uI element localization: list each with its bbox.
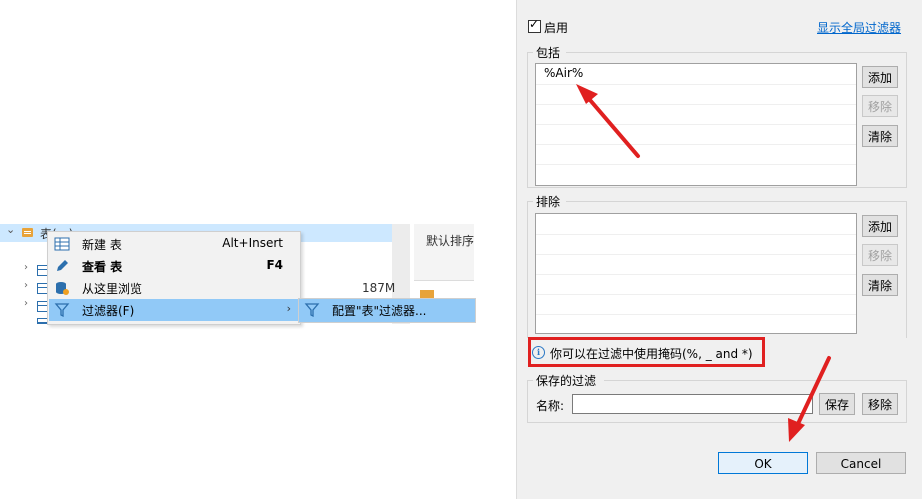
menu-item-label: 查看 表 [82, 260, 123, 274]
exclude-group-title: 排除 [536, 195, 561, 209]
divider [414, 280, 474, 281]
name-label: 名称: [536, 399, 565, 413]
exclude-add-button[interactable]: 添加 [862, 215, 898, 237]
save-filter-button[interactable]: 保存 [819, 393, 855, 415]
table-icon [54, 237, 70, 251]
filter-name-input[interactable] [572, 394, 813, 414]
menu-item-new-table[interactable]: 新建 表 Alt+Insert [49, 233, 299, 255]
remove-filter-button[interactable]: 移除 [862, 393, 898, 415]
include-remove-button[interactable]: 移除 [862, 95, 898, 117]
database-icon [56, 282, 69, 295]
cancel-button[interactable]: Cancel [816, 452, 906, 474]
group-border [527, 52, 528, 187]
menu-item-label: 过滤器(F) [82, 304, 135, 318]
group-border [906, 52, 907, 187]
menu-item-label: 从这里浏览 [82, 282, 143, 296]
exclude-clear-button[interactable]: 清除 [862, 274, 898, 296]
group-border [527, 380, 528, 422]
include-group-title: 包括 [536, 46, 561, 60]
chevron-right-icon[interactable]: › [24, 262, 28, 273]
saved-filters-group-title: 保存的过滤 [536, 374, 597, 388]
menu-shortcut: Alt+Insert [222, 236, 283, 250]
size-label: 187M [362, 281, 396, 295]
menu-item-filter[interactable]: 过滤器(F) › [49, 299, 299, 321]
filter-icon [304, 303, 320, 317]
group-border [566, 52, 906, 53]
enable-label[interactable]: 启用 [544, 19, 568, 36]
group-border [527, 201, 528, 338]
show-global-filters-link[interactable]: 显示全局过滤器 [817, 19, 901, 36]
checkmark-icon: ✓ [529, 17, 540, 31]
menu-item-browse-from-here[interactable]: 从这里浏览 [49, 277, 299, 299]
menu-item-view-table[interactable]: 查看 表 F4 [49, 255, 299, 277]
folder-icon [420, 290, 434, 298]
exclude-remove-button[interactable]: 移除 [862, 244, 898, 266]
menu-item-label: 新建 表 [82, 238, 122, 252]
group-border [527, 187, 907, 188]
chevron-right-icon[interactable]: › [24, 298, 28, 309]
chevron-right-icon: › [286, 302, 291, 315]
filter-submenu[interactable]: 配置"表"过滤器... [298, 298, 476, 323]
group-border [527, 422, 907, 423]
include-add-button[interactable]: 添加 [862, 66, 898, 88]
group-border [604, 380, 906, 381]
table-folder-icon [22, 228, 33, 237]
chevron-down-icon[interactable]: ⌄ [6, 223, 15, 236]
group-border [906, 201, 907, 338]
annotation-highlight-box [528, 337, 765, 367]
pencil-icon [57, 260, 68, 271]
include-clear-button[interactable]: 清除 [862, 125, 898, 147]
column-header-label[interactable]: 默认排序 [426, 232, 474, 249]
submenu-item-configure-filter[interactable]: 配置"表"过滤器... [332, 302, 426, 319]
group-border [566, 201, 906, 202]
include-list[interactable]: %Air% [535, 63, 857, 186]
enable-checkbox[interactable]: ✓ [528, 17, 541, 33]
menu-shortcut: F4 [266, 258, 283, 272]
include-list-item[interactable]: %Air% [544, 66, 583, 80]
context-menu: 新建 表 Alt+Insert 查看 表 F4 从这里浏览 过滤器(F) › [47, 231, 301, 325]
filter-icon [54, 303, 70, 317]
group-border [906, 380, 907, 422]
chevron-right-icon[interactable]: › [24, 280, 28, 291]
exclude-list[interactable] [535, 213, 857, 334]
ok-button[interactable]: OK [718, 452, 808, 474]
